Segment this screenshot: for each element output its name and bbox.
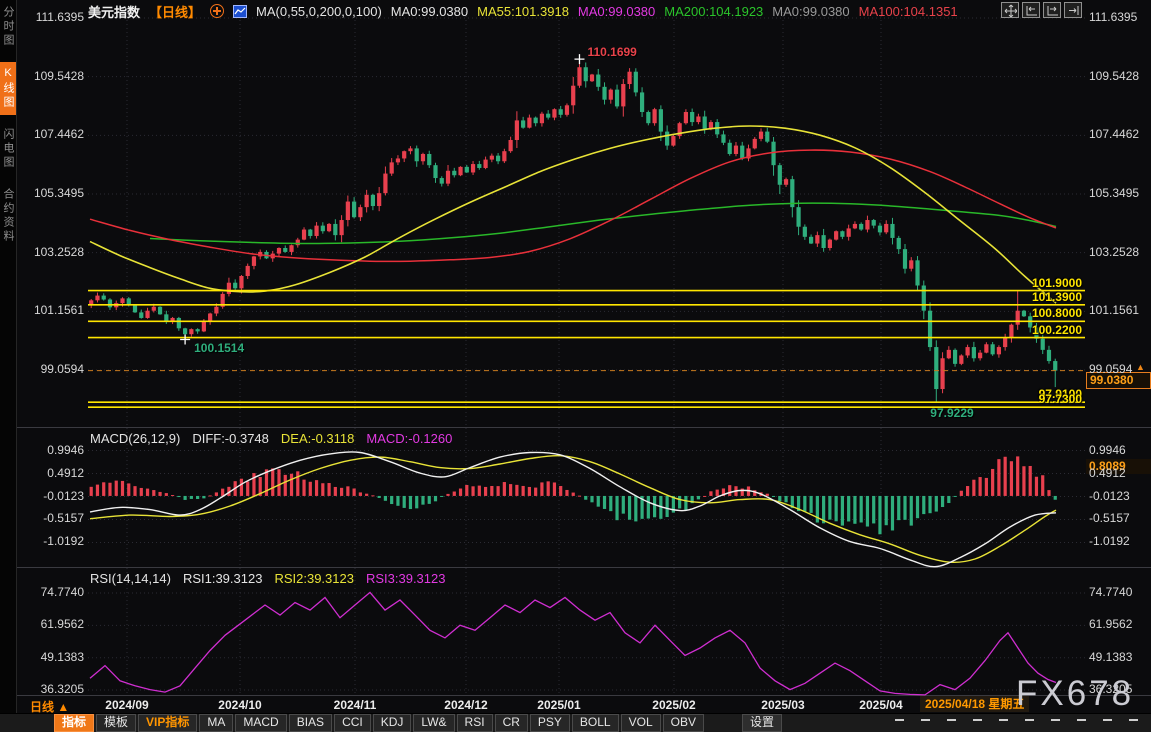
macd-diff-value: DIFF:-0.3748 [192,431,269,446]
ma-legend: MA0:99.0380 MA55:101.3918 MA0:99.0380 MA200… [391,4,958,19]
sidebar-item-time-chart[interactable]: 分时图 [0,6,16,48]
sidebar-item-contract-info[interactable]: 合约资料 [0,188,16,244]
period-tag[interactable]: 【日线】 [149,2,201,21]
symbol-name: 美元指数 [88,2,140,21]
ma-settings: MA(0,55,0,200,0,100) [256,4,382,19]
trading-app-window: 分时图 K线图闪电图合约资料 美元指数 【日线】 MA(0,55,0,200,0,… [0,0,1151,732]
rsi3-value: RSI3:39.3123 [366,571,446,586]
toolbar-button-cr[interactable]: CR [495,714,528,732]
toolbar-button-boll[interactable]: BOLL [572,714,619,732]
toolbar-button-bias[interactable]: BIAS [289,714,332,732]
toolbar-dashed-line [895,719,1145,721]
move-crosshair-button[interactable] [1001,2,1019,18]
sidebar-item-kline-chart[interactable]: K线图 [0,62,16,115]
compress-left-button[interactable] [1022,2,1040,18]
left-sidebar: 分时图 K线图闪电图合约资料 [0,0,17,732]
bottom-toolbar: 指标模板VIP指标MAMACDBIASCCIKDJLW&RSICRPSYBOLL… [0,713,1151,732]
toolbar-button-settings[interactable]: 设置 [742,714,782,732]
candlestick-chart[interactable] [0,0,1151,696]
add-indicator-icon[interactable] [210,4,224,18]
compress-right-button[interactable] [1043,2,1061,18]
date-axis-row: 日线 ▲ 2025/04/18 星期五 [17,696,1151,713]
toolbar-button-lw[interactable]: LW& [413,714,454,732]
ma-value-3: MA200:104.1923 [664,4,763,19]
ma-value-2: MA0:99.0380 [578,4,655,19]
toolbar-button-template[interactable]: 模板 [96,714,136,732]
macd-panel-header: MACD(26,12,9) DIFF:-0.3748 DEA:-0.3118 M… [90,431,452,446]
macd-macd-value: MACD:-0.1260 [366,431,452,446]
toolbar-button-obv[interactable]: OBV [663,714,704,732]
toolbar-button-ma[interactable]: MA [199,714,233,732]
go-latest-button[interactable] [1064,2,1082,18]
toolbar-button-psy[interactable]: PSY [530,714,570,732]
sidebar-item-flash-chart[interactable]: 闪电图 [0,128,16,170]
toolbar-button-cci[interactable]: CCI [334,714,371,732]
compress-right-icon [1045,4,1059,17]
ma-value-0: MA0:99.0380 [391,4,468,19]
toolbar-button-vip[interactable]: VIP指标 [138,714,197,732]
rsi1-value: RSI1:39.3123 [183,571,263,586]
compress-left-icon [1024,4,1038,17]
macd-title: MACD(26,12,9) [90,431,180,446]
rsi-title: RSI(14,14,14) [90,571,171,586]
rsi-panel-header: RSI(14,14,14) RSI1:39.3123 RSI2:39.3123 … [90,571,445,586]
ma-value-4: MA0:99.0380 [772,4,849,19]
go-latest-icon [1066,4,1080,17]
toolbar-button-vol[interactable]: VOL [621,714,661,732]
move-crosshair-icon [1003,4,1017,17]
ma-value-5: MA100:104.1351 [859,4,958,19]
candles [89,59,1057,402]
chart-header: 美元指数 【日线】 MA(0,55,0,200,0,100) MA0:99.03… [88,3,958,19]
kline-chart-icon[interactable] [233,5,247,18]
toolbar-button-macd[interactable]: MACD [235,714,286,732]
ma-value-1: MA55:101.3918 [477,4,569,19]
current-date-label: 2025/04/18 星期五 [920,696,1029,712]
fx678-watermark: FX678 [1016,674,1134,714]
toolbar-button-rsi[interactable]: RSI [457,714,493,732]
toolbar-button-kdj[interactable]: KDJ [373,714,412,732]
rsi2-value: RSI2:39.3123 [274,571,354,586]
macd-dea-value: DEA:-0.3118 [281,431,354,446]
toolbar-button-indicator[interactable]: 指标 [54,714,94,732]
chart-window-buttons [1001,2,1082,18]
